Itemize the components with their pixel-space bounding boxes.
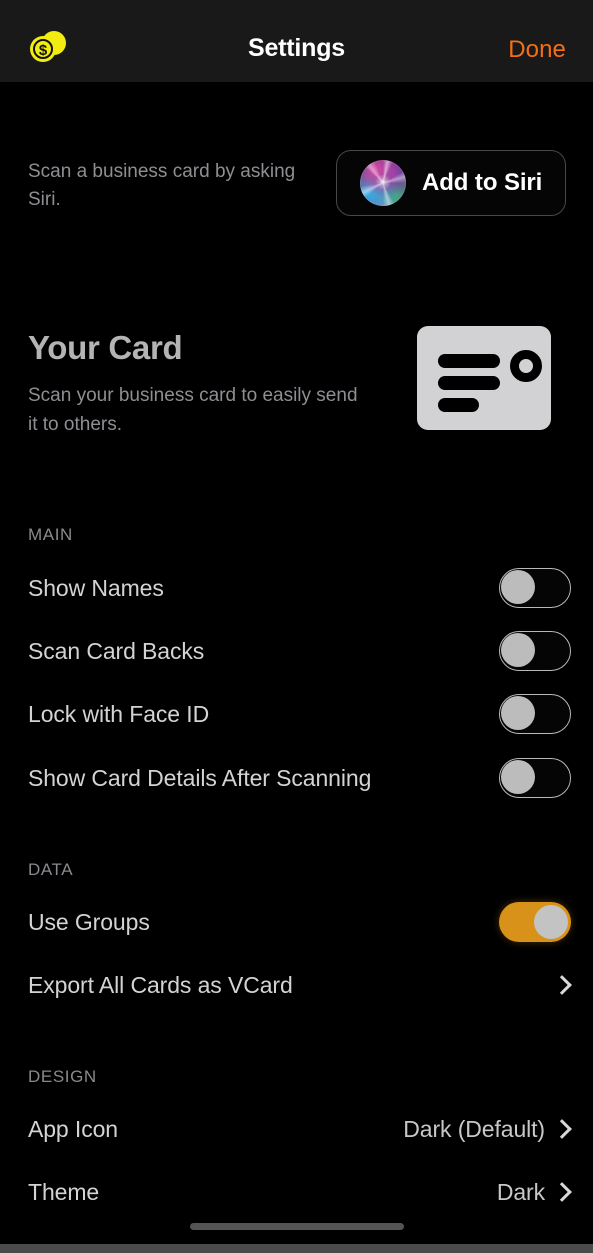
bottom-edge-strip: [0, 1244, 593, 1253]
page-title: Settings: [247, 34, 346, 62]
your-card-title: Your Card: [28, 329, 183, 366]
toggle-knob: [501, 696, 535, 730]
row-app-icon[interactable]: App Icon Dark (Default): [0, 1106, 593, 1152]
chevron-right-icon: [552, 975, 572, 995]
done-button[interactable]: Done: [508, 36, 566, 64]
card-line-3: [438, 398, 479, 412]
add-to-siri-button[interactable]: Add to Siri: [336, 150, 566, 216]
row-label: Show Card Details After Scanning: [28, 764, 372, 791]
section-header-main: MAIN: [28, 525, 73, 544]
siri-orb-icon: [360, 160, 406, 206]
home-indicator[interactable]: [189, 1223, 404, 1230]
toggle-show-card-details[interactable]: [499, 758, 571, 798]
siri-section: Scan a business card by asking Siri. Add…: [0, 150, 593, 220]
toggle-knob: [501, 760, 535, 794]
section-header-design: DESIGN: [28, 1067, 97, 1086]
chevron-right-icon: [552, 1119, 572, 1139]
row-label: Lock with Face ID: [28, 700, 210, 727]
row-show-card-details[interactable]: Show Card Details After Scanning: [0, 755, 593, 801]
toggle-lock-with-face-id[interactable]: [499, 694, 571, 734]
row-label: Use Groups: [28, 908, 150, 935]
section-header-data: DATA: [28, 860, 74, 879]
row-label: Show Names: [28, 574, 164, 601]
row-value: Dark: [496, 1178, 545, 1205]
toggle-scan-card-backs[interactable]: [499, 631, 571, 671]
row-use-groups[interactable]: Use Groups: [0, 899, 593, 945]
siri-description: Scan a business card by asking Siri.: [28, 161, 296, 210]
row-theme[interactable]: Theme Dark: [0, 1169, 593, 1215]
row-lock-with-face-id[interactable]: Lock with Face ID: [0, 691, 593, 737]
row-label: Theme: [28, 1178, 100, 1205]
row-value: Dark (Default): [403, 1115, 545, 1142]
toggle-knob: [501, 570, 535, 604]
row-label: Scan Card Backs: [28, 637, 205, 664]
your-card-description: Scan your business card to easily send i…: [28, 385, 358, 435]
settings-screen: $ Settings Done Scan a business card by …: [0, 0, 593, 1253]
row-export-all-cards[interactable]: Export All Cards as VCard: [0, 962, 593, 1008]
row-label: App Icon: [28, 1115, 118, 1142]
card-photo-circle-icon: [510, 350, 542, 382]
navigation-bar: $ Settings Done: [0, 0, 593, 82]
toggle-knob: [534, 905, 568, 939]
toggle-knob: [501, 633, 535, 667]
card-line-1: [438, 354, 500, 368]
toggle-use-groups[interactable]: [499, 902, 571, 942]
business-card-icon[interactable]: [417, 326, 551, 430]
row-show-names[interactable]: Show Names: [0, 565, 593, 611]
toggle-show-names[interactable]: [499, 568, 571, 608]
add-to-siri-label: Add to Siri: [422, 169, 543, 196]
card-line-2: [438, 376, 500, 390]
row-label: Export All Cards as VCard: [28, 971, 293, 998]
row-scan-card-backs[interactable]: Scan Card Backs: [0, 628, 593, 674]
chevron-right-icon: [552, 1182, 572, 1202]
